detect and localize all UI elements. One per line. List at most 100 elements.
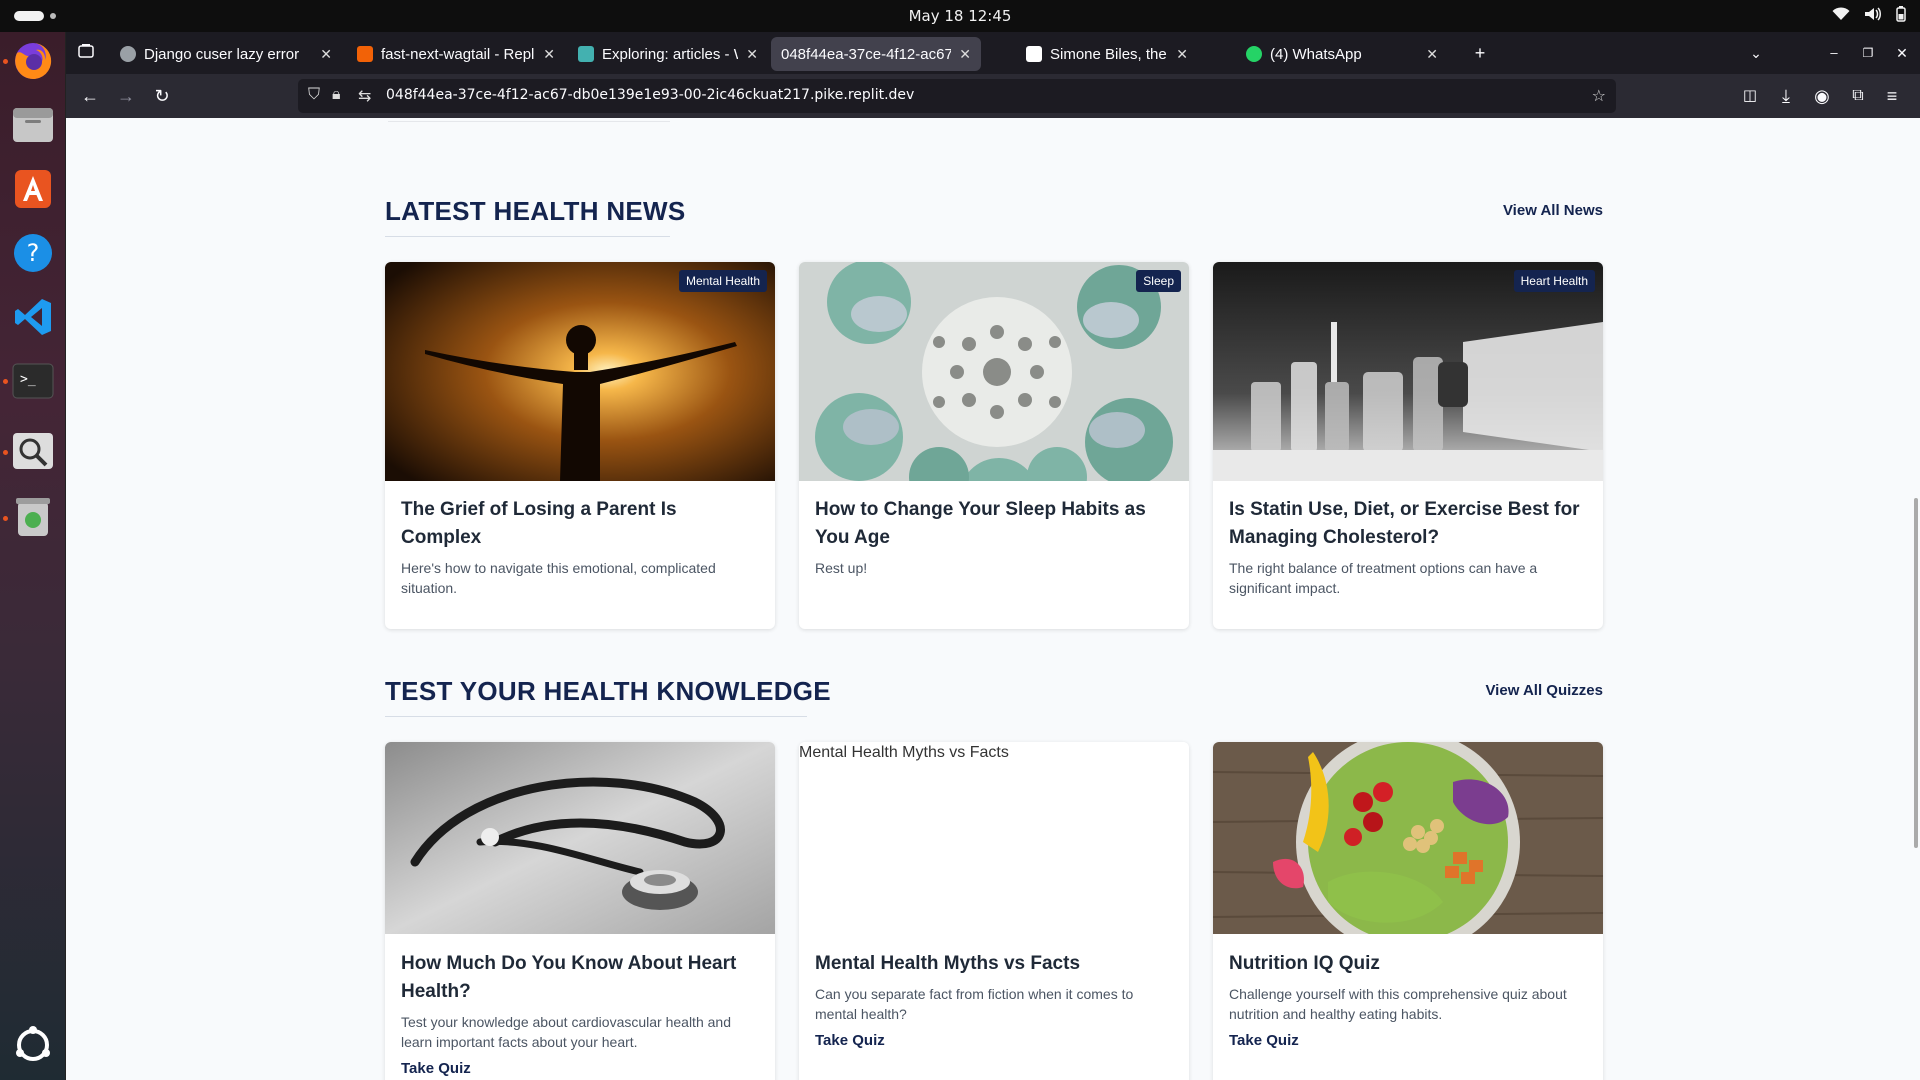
- quiz-card-description: Can you separate fact from fiction when …: [815, 986, 1134, 1022]
- news-card-title[interactable]: How to Change Your Sleep Habits as You A…: [815, 496, 1175, 552]
- tab-active-site[interactable]: 048f44ea-37ce-4f12-ac67-d ✕: [771, 37, 981, 71]
- minimize-icon[interactable]: –: [1820, 39, 1848, 67]
- view-all-quizzes-link[interactable]: View All Quizzes: [1485, 682, 1603, 699]
- running-indicator: [3, 516, 8, 521]
- back-icon[interactable]: ←: [76, 82, 104, 110]
- quiz-card-title[interactable]: Nutrition IQ Quiz: [1229, 950, 1589, 978]
- tab-django[interactable]: Django cuser lazy error ✕: [110, 37, 342, 71]
- system-top-bar: May 18 12:45: [0, 0, 1920, 32]
- vscode-icon[interactable]: [10, 294, 56, 340]
- take-quiz-link[interactable]: Take Quiz: [401, 1060, 471, 1077]
- image-viewer-icon[interactable]: [10, 428, 56, 474]
- downloads-icon[interactable]: ⤓: [1772, 82, 1800, 110]
- ubuntu-dock: ? >_: [0, 32, 66, 1080]
- tab-title: Exploring: articles - Wagt: [602, 45, 738, 63]
- url-bar[interactable]: ⛉ 🔒︎ ⇆ 048f44ea-37ce-4f12-ac67-db0e139e1…: [298, 79, 1616, 113]
- image-alt-text: Mental Health Myths vs Facts: [799, 744, 1009, 761]
- close-tab-icon[interactable]: ✕: [1176, 46, 1188, 63]
- tab-overview-icon[interactable]: [72, 39, 100, 67]
- close-window-icon[interactable]: ✕: [1888, 39, 1916, 67]
- navigation-toolbar: ← → ↻ ⛉ 🔒︎ ⇆ 048f44ea-37ce-4f12-ac67-db0…: [66, 74, 1920, 118]
- list-all-tabs-icon[interactable]: ⌄: [1742, 39, 1770, 67]
- quiz-image-salad-bowl[interactable]: [1213, 742, 1603, 934]
- extensions-icon[interactable]: ⧉: [1844, 82, 1872, 110]
- help-icon[interactable]: ?: [10, 230, 56, 276]
- battery-icon: [1896, 6, 1906, 27]
- news-image-surgeons[interactable]: Sleep: [799, 262, 1189, 481]
- shield-icon[interactable]: ⛉: [308, 86, 320, 104]
- firefox-window: Django cuser lazy error ✕ fast-next-wagt…: [66, 32, 1920, 1080]
- trash-icon[interactable]: [10, 494, 56, 540]
- news-image-sunset-silhouette[interactable]: Mental Health: [385, 262, 775, 481]
- forward-icon[interactable]: →: [112, 82, 140, 110]
- take-quiz-link[interactable]: Take Quiz: [815, 1032, 885, 1049]
- news-card-title[interactable]: Is Statin Use, Diet, or Exercise Best fo…: [1229, 496, 1589, 552]
- tab-strip: Django cuser lazy error ✕ fast-next-wagt…: [66, 32, 1920, 74]
- category-badge: Sleep: [1136, 270, 1181, 292]
- tab-whatsapp[interactable]: (4) WhatsApp ✕: [1236, 37, 1448, 71]
- news-card[interactable]: Sleep How to Change Your Sleep Habits as…: [799, 262, 1189, 629]
- view-all-news-link[interactable]: View All News: [1503, 202, 1603, 219]
- close-tab-icon[interactable]: ✕: [320, 46, 332, 63]
- show-apps-icon[interactable]: [10, 1022, 56, 1068]
- tab-title: Simone Biles, the 'GOAT,': [1050, 45, 1168, 63]
- news-card[interactable]: Heart Health Is Statin Use, Diet, or Exe…: [1213, 262, 1603, 629]
- quiz-card-title[interactable]: Mental Health Myths vs Facts: [815, 950, 1175, 978]
- close-tab-icon[interactable]: ✕: [746, 46, 758, 63]
- account-icon[interactable]: ◉: [1808, 82, 1836, 110]
- tab-favicon-icon: [578, 46, 594, 62]
- tab-wagtail[interactable]: Exploring: articles - Wagt ✕: [568, 37, 768, 71]
- quiz-image-stethoscope[interactable]: [385, 742, 775, 934]
- quiz-image-broken[interactable]: Mental Health Myths vs Facts: [799, 742, 1189, 934]
- quiz-card-description: Challenge yourself with this comprehensi…: [1229, 986, 1567, 1022]
- tab-simone-biles[interactable]: Simone Biles, the 'GOAT,' ✕: [1016, 37, 1198, 71]
- news-image-medicine-vials[interactable]: Heart Health: [1213, 262, 1603, 481]
- quiz-card[interactable]: Mental Health Myths vs Facts Mental Heal…: [799, 742, 1189, 1080]
- new-tab-icon[interactable]: +: [1466, 39, 1494, 67]
- news-card-description: The right balance of treatment options c…: [1229, 560, 1538, 596]
- files-icon[interactable]: [10, 102, 56, 148]
- news-section-header: LATEST HEALTH NEWS View All News: [385, 196, 1603, 237]
- terminal-icon[interactable]: >_: [10, 358, 56, 404]
- url-text[interactable]: 048f44ea-37ce-4f12-ac67-db0e139e1e93-00-…: [386, 87, 914, 103]
- menu-icon[interactable]: ≡: [1878, 82, 1906, 110]
- news-card[interactable]: Mental Health The Grief of Losing a Pare…: [385, 262, 775, 629]
- lock-icon[interactable]: 🔒︎: [332, 86, 341, 104]
- title-underline: [385, 716, 807, 717]
- quiz-card[interactable]: Nutrition IQ Quiz Challenge yourself wit…: [1213, 742, 1603, 1080]
- close-tab-icon[interactable]: ✕: [1426, 46, 1438, 63]
- quiz-section-title: TEST YOUR HEALTH KNOWLEDGE: [385, 676, 831, 706]
- bookmark-star-icon[interactable]: ☆: [1592, 86, 1606, 106]
- firefox-icon[interactable]: [10, 38, 56, 84]
- system-tray[interactable]: [1832, 6, 1906, 27]
- section-divider: [388, 118, 670, 122]
- reload-icon[interactable]: ↻: [148, 82, 176, 110]
- page-scrollbar[interactable]: [1914, 498, 1918, 848]
- volume-icon: [1864, 7, 1882, 26]
- news-card-description: Rest up!: [815, 560, 868, 576]
- tab-favicon-icon: [1026, 46, 1042, 62]
- category-badge: Heart Health: [1513, 270, 1595, 292]
- quiz-card-title[interactable]: How Much Do You Know About Heart Health?: [401, 950, 761, 1006]
- title-underline: [385, 236, 670, 237]
- quiz-card[interactable]: How Much Do You Know About Heart Health?…: [385, 742, 775, 1080]
- permissions-icon[interactable]: ⇆: [358, 86, 371, 106]
- category-badge: Mental Health: [678, 270, 767, 292]
- svg-text:>_: >_: [20, 372, 36, 387]
- tab-title: (4) WhatsApp: [1270, 45, 1362, 63]
- close-tab-icon[interactable]: ✕: [543, 46, 555, 63]
- close-tab-icon[interactable]: ✕: [959, 46, 971, 63]
- app-center-icon[interactable]: [10, 166, 56, 212]
- take-quiz-link[interactable]: Take Quiz: [1229, 1032, 1299, 1049]
- tab-title: 048f44ea-37ce-4f12-ac67-d: [781, 45, 952, 63]
- clock[interactable]: May 18 12:45: [0, 7, 1920, 25]
- running-indicator: [3, 59, 8, 64]
- news-card-description: Here's how to navigate this emotional, c…: [401, 560, 716, 596]
- wifi-icon: [1832, 7, 1850, 26]
- restore-icon[interactable]: ❐: [1854, 39, 1882, 67]
- tab-favicon-icon: [357, 46, 373, 62]
- news-card-title[interactable]: The Grief of Losing a Parent Is Complex: [401, 496, 761, 552]
- tab-replit[interactable]: fast-next-wagtail - Replit ✕: [347, 37, 565, 71]
- running-indicator: [3, 379, 8, 384]
- pocket-icon[interactable]: ◫: [1736, 82, 1764, 110]
